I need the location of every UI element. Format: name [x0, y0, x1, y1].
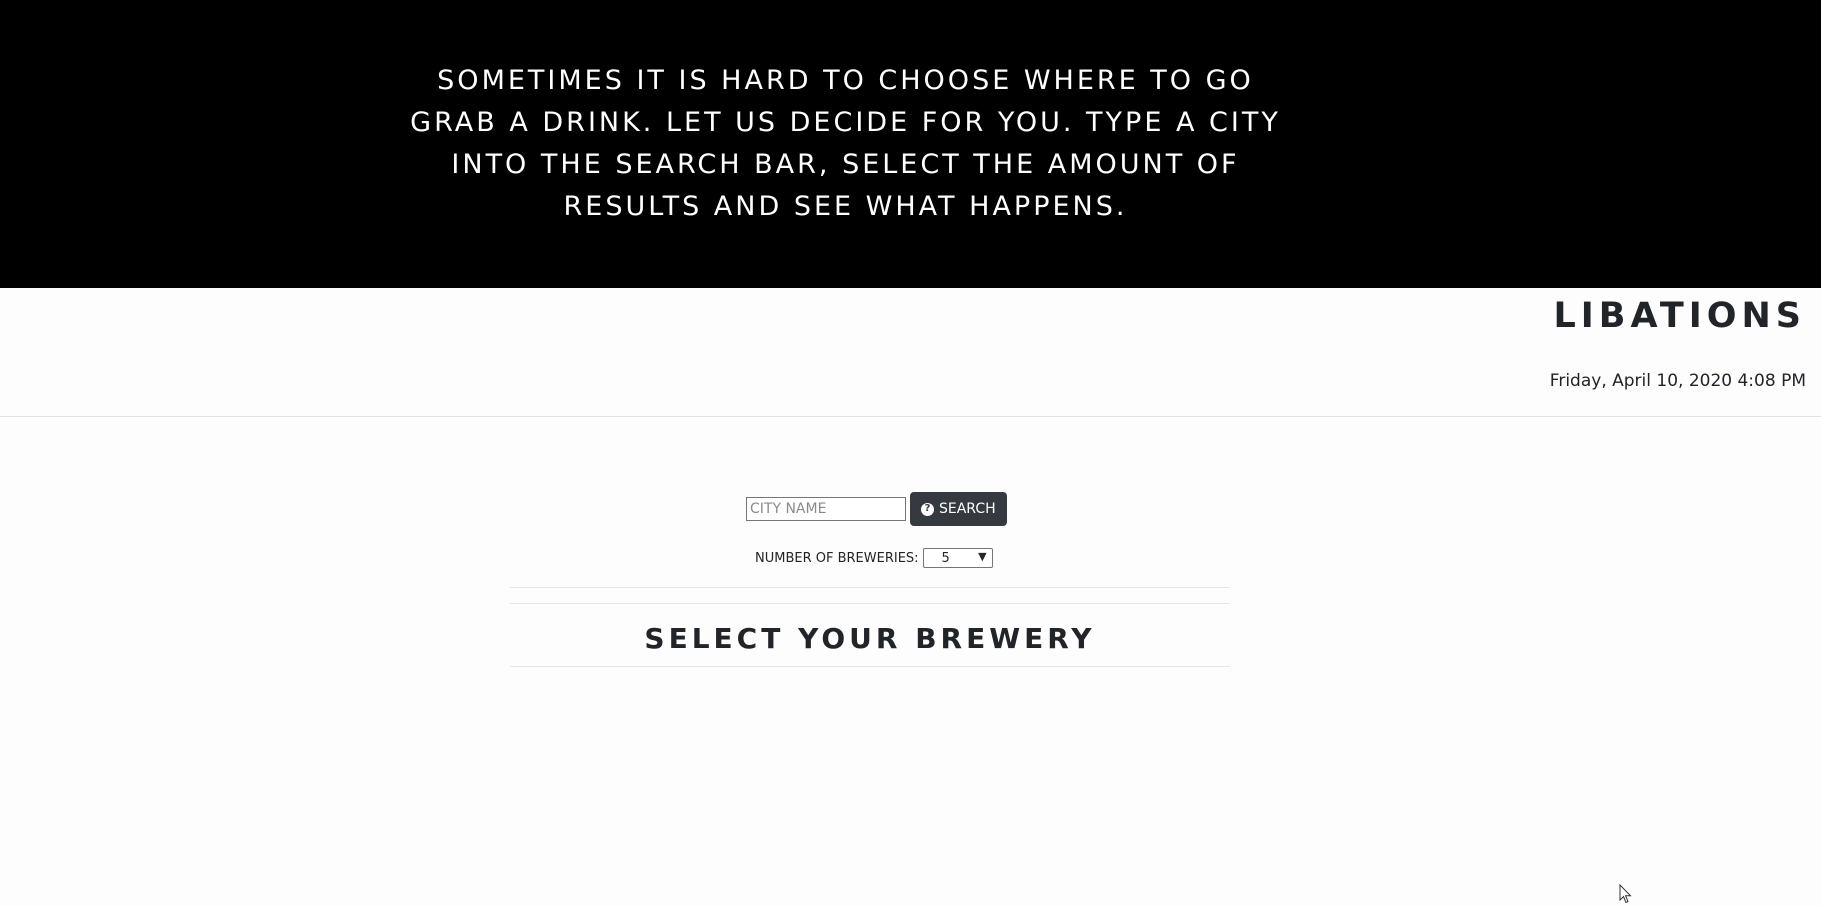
brewery-count-row: NUMBER OF BREWERIES: 5 ▼	[755, 548, 993, 568]
mouse-cursor-icon	[1619, 884, 1632, 904]
section-divider-top	[510, 587, 1230, 588]
search-button[interactable]: ? SEARCH	[910, 492, 1007, 526]
hero-text: SOMETIMES IT IS HARD TO CHOOSE WHERE TO …	[410, 65, 1281, 222]
section-divider-bottom	[510, 666, 1230, 667]
header-divider	[0, 416, 1821, 417]
brewery-count-value: 5	[941, 550, 950, 566]
section-divider-mid	[510, 603, 1230, 604]
brewery-count-select[interactable]: 5 ▼	[922, 548, 993, 568]
hero-banner: SOMETIMES IT IS HARD TO CHOOSE WHERE TO …	[0, 0, 1821, 288]
city-search-input[interactable]	[746, 497, 906, 521]
brewery-count-label: NUMBER OF BREWERIES:	[755, 550, 919, 566]
results-section-title: SELECT YOUR BREWERY	[644, 622, 1096, 655]
search-form: ? SEARCH	[746, 492, 1007, 526]
current-datetime: Friday, April 10, 2020 4:08 PM	[1549, 371, 1806, 391]
brand-title: LIBATIONS	[1553, 296, 1806, 336]
question-circle-icon: ?	[921, 502, 934, 516]
search-button-label: SEARCH	[939, 501, 996, 517]
dropdown-arrow-icon: ▼	[978, 550, 987, 563]
